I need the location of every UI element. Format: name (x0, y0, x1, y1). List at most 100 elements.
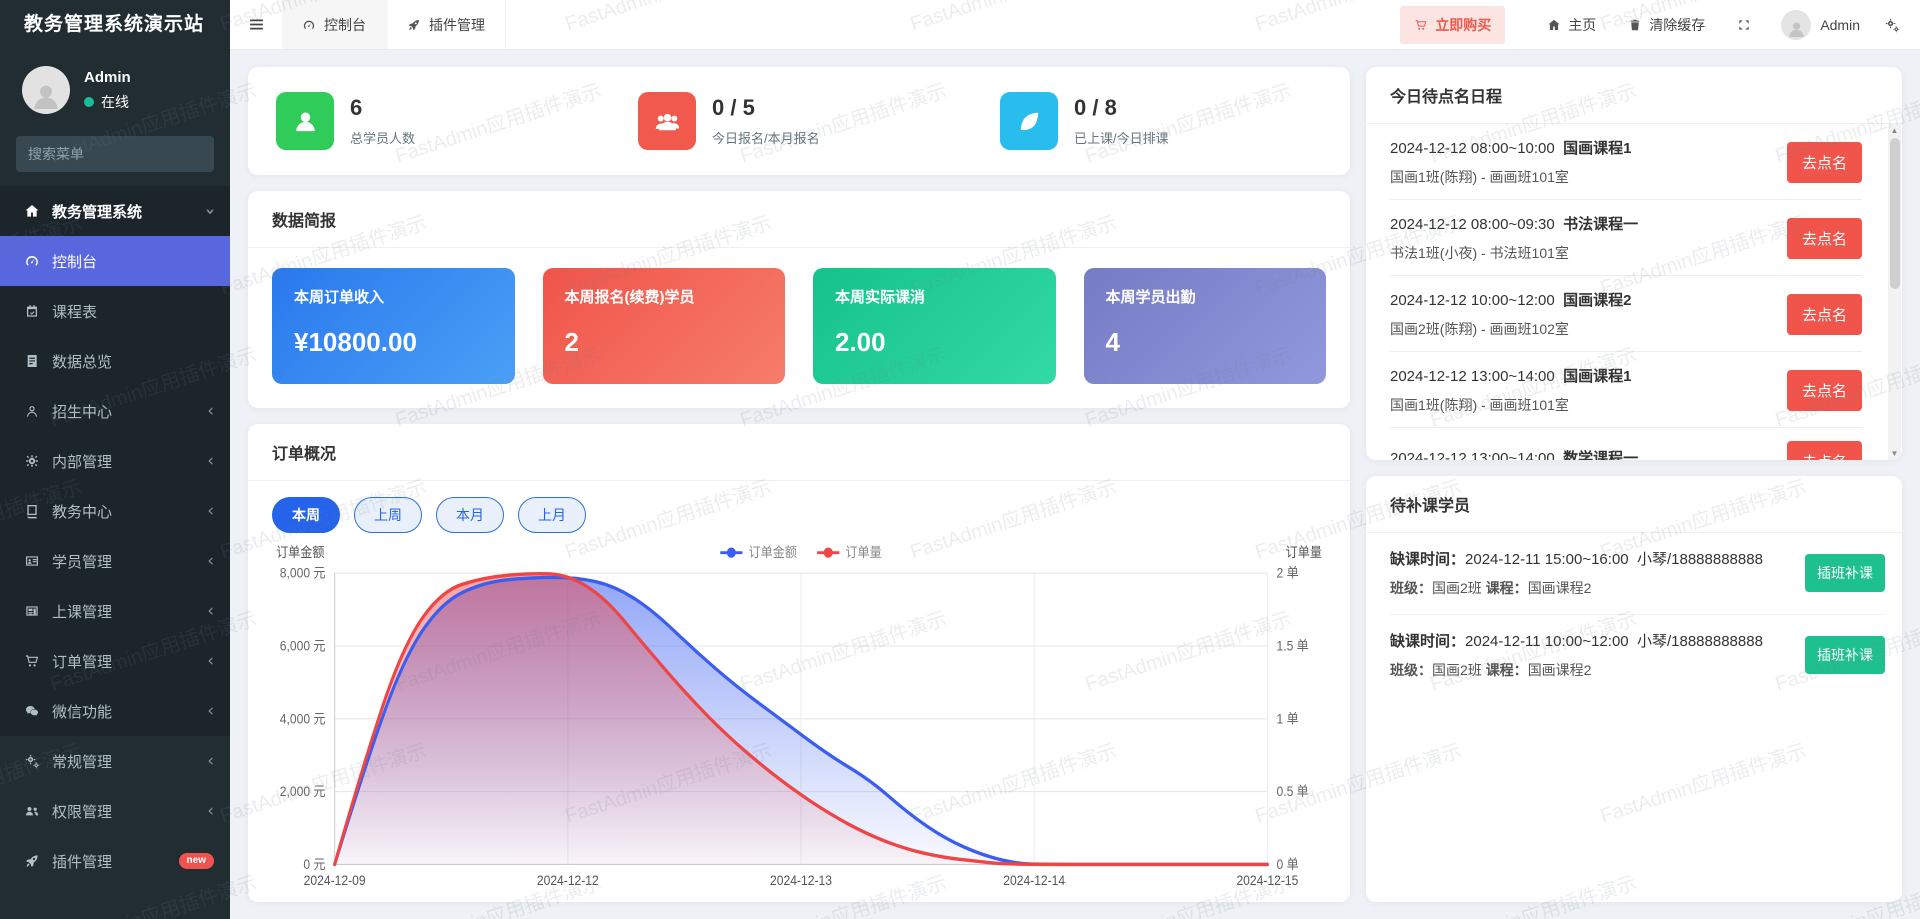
sidebar-item-edu-system[interactable]: 教务管理系统 ‹ (0, 186, 230, 236)
svg-text:订单金额: 订单金额 (749, 545, 797, 561)
gauge-icon (302, 18, 316, 32)
chevron-left-icon: ‹ (207, 650, 214, 671)
svg-text:0 元: 0 元 (303, 856, 325, 872)
svg-text:2024-12-09: 2024-12-09 (304, 872, 366, 888)
list-scrollbar[interactable]: ▲ ▼ (1888, 124, 1901, 460)
avatar[interactable] (22, 66, 70, 114)
rollcall-button[interactable]: 去点名 (1786, 441, 1862, 460)
data-brief-card: 数据简报 本周订单收入 ¥10800.00 本周报名(续费)学员 2 本周实际课… (248, 191, 1350, 408)
user-menu[interactable]: Admin (1767, 9, 1874, 40)
cart-icon (24, 653, 40, 669)
journal-icon (24, 353, 40, 369)
svg-text:2024-12-12: 2024-12-12 (537, 872, 599, 888)
rollcall-button[interactable]: 去点名 (1786, 217, 1862, 259)
svg-text:6,000 元: 6,000 元 (280, 638, 326, 654)
sidebar-item-classes[interactable]: 上课管理 ‹ (0, 586, 230, 636)
svg-text:4,000 元: 4,000 元 (280, 711, 326, 727)
period-tab-2[interactable]: 本月 (436, 497, 504, 533)
hamburger-icon[interactable] (230, 0, 282, 49)
sidebar-item-data-overview[interactable]: 数据总览 (0, 336, 230, 386)
gears-icon (1884, 17, 1900, 33)
makeup-button[interactable]: 插班补课 (1805, 554, 1885, 592)
tab-addons[interactable]: 插件管理 (387, 0, 506, 49)
sidebar-item-addons[interactable]: 插件管理 new (0, 836, 230, 886)
sidebar-item-students[interactable]: 学员管理 ‹ (0, 536, 230, 586)
sidebar-item-academic[interactable]: 教务中心 ‹ (0, 486, 230, 536)
scroll-down-icon[interactable]: ▼ (1888, 447, 1901, 460)
period-tab-3[interactable]: 上月 (518, 497, 586, 533)
home-icon (24, 203, 40, 219)
rollcall-button[interactable]: 去点名 (1786, 369, 1862, 411)
users-solid-icon (638, 92, 696, 150)
rollcall-button[interactable]: 去点名 (1786, 293, 1862, 335)
sidebar-item-timetable[interactable]: 课程表 (0, 286, 230, 336)
scroll-up-icon[interactable]: ▲ (1888, 124, 1901, 137)
user-icon (24, 403, 40, 419)
stat-value: 0 / 5 (712, 95, 755, 120)
chevron-left-icon: ‹ (207, 800, 214, 821)
period-tab-1[interactable]: 上周 (354, 497, 422, 533)
sidebar-item-admissions[interactable]: 招生中心 ‹ (0, 386, 230, 436)
stat-item: 0 / 8 已上课/今日排课 (980, 92, 1342, 150)
rollcall-row: 2024-12-12 13:00~14:00 数学课程一 去点名 (1390, 428, 1862, 460)
stat-label: 今日报名/本月报名 (712, 131, 820, 146)
chevron-left-icon: ‹ (207, 750, 214, 771)
area-chart: 0 元 0 单 2,000 元 0.5 单 4,000 元 1 单 6,000 元 1.5 单… (276, 545, 1322, 889)
chevron-left-icon: ‹ (207, 550, 214, 571)
makeup-button[interactable]: 插班补课 (1805, 636, 1885, 674)
user-status: 在线 (84, 92, 131, 112)
rollcall-row: 2024-12-12 10:00~12:00 国画课程2 国画2班(陈翔) - … (1390, 276, 1862, 352)
svg-text:订单量: 订单量 (845, 545, 881, 561)
navbar-avatar (1781, 9, 1812, 40)
buy-now-button[interactable]: 立即购买 (1400, 5, 1506, 44)
svg-text:0 单: 0 单 (1276, 856, 1298, 872)
calendar-icon (24, 303, 40, 319)
home-link[interactable]: 主页 (1531, 0, 1612, 49)
user-avatar-icon (29, 80, 63, 114)
makeup-row: 缺课时间：2024-12-11 10:00~12:00 小琴/188888888… (1390, 615, 1885, 696)
brief-tile: 本周报名(续费)学员 2 (542, 268, 785, 384)
chevron-left-icon: ‹ (207, 600, 214, 621)
sidebar-item-console[interactable]: 控制台 (0, 236, 230, 286)
sidebar-item-orders[interactable]: 订单管理 ‹ (0, 636, 230, 686)
makeup-card: 待补课学员 缺课时间：2024-12-11 15:00~16:00 小琴/188… (1366, 476, 1902, 902)
scrollbar-thumb[interactable] (1889, 138, 1900, 290)
brief-tile: 本周订单收入 ¥10800.00 (272, 268, 515, 384)
brief-tile: 本周实际课消 2.00 (813, 268, 1056, 384)
sidebar-item-auth[interactable]: 权限管理 ‹ (0, 786, 230, 836)
settings-button[interactable] (1874, 17, 1920, 33)
rollcall-button[interactable]: 去点名 (1786, 141, 1862, 183)
rocket-icon (24, 853, 40, 869)
svg-text:2,000 元: 2,000 元 (280, 783, 326, 799)
sidebar-item-internal[interactable]: 内部管理 ‹ (0, 436, 230, 486)
fullscreen-button[interactable] (1721, 0, 1767, 49)
data-brief-title: 数据简报 (248, 191, 1350, 248)
stat-item: 0 / 5 今日报名/本月报名 (618, 92, 980, 150)
svg-text:2024-12-14: 2024-12-14 (1003, 872, 1065, 888)
sidebar-menu: 教务管理系统 ‹ 控制台 课程表 数据总览 招生中心 ‹ 内部管理 ‹ 教务中心… (0, 186, 230, 886)
sidebar-item-general[interactable]: 常规管理 ‹ (0, 736, 230, 786)
period-tabs: 本周 上周 本月 上月 (248, 481, 1350, 537)
gauge-icon (24, 253, 40, 269)
svg-text:1.5 单: 1.5 单 (1276, 638, 1308, 654)
period-tab-0[interactable]: 本周 (272, 497, 340, 533)
chevron-left-icon: ‹ (207, 400, 214, 421)
stat-label: 已上课/今日排课 (1074, 131, 1169, 146)
orders-overview-title: 订单概况 (248, 424, 1350, 481)
sidebar-item-wechat[interactable]: 微信功能 ‹ (0, 686, 230, 736)
orders-chart: 0 元 0 单 2,000 元 0.5 单 4,000 元 1 单 6,000 元 1.5 单… (248, 537, 1350, 902)
stat-value: 0 / 8 (1074, 95, 1117, 120)
tab-console[interactable]: 控制台 (282, 0, 387, 49)
clear-cache-link[interactable]: 清除缓存 (1612, 0, 1721, 49)
rollcall-title: 今日待点名日程 (1366, 67, 1902, 124)
menu-search[interactable] (16, 136, 214, 172)
new-badge: new (178, 853, 214, 869)
list-icon (24, 603, 40, 619)
book-icon (24, 503, 40, 519)
users-solid-icon (654, 108, 681, 135)
nav-tabs: 控制台 插件管理 (282, 0, 506, 49)
leaf-icon (1000, 92, 1058, 150)
gears-icon (24, 753, 40, 769)
stat-value: 6 (350, 95, 363, 120)
search-input[interactable] (28, 146, 209, 162)
